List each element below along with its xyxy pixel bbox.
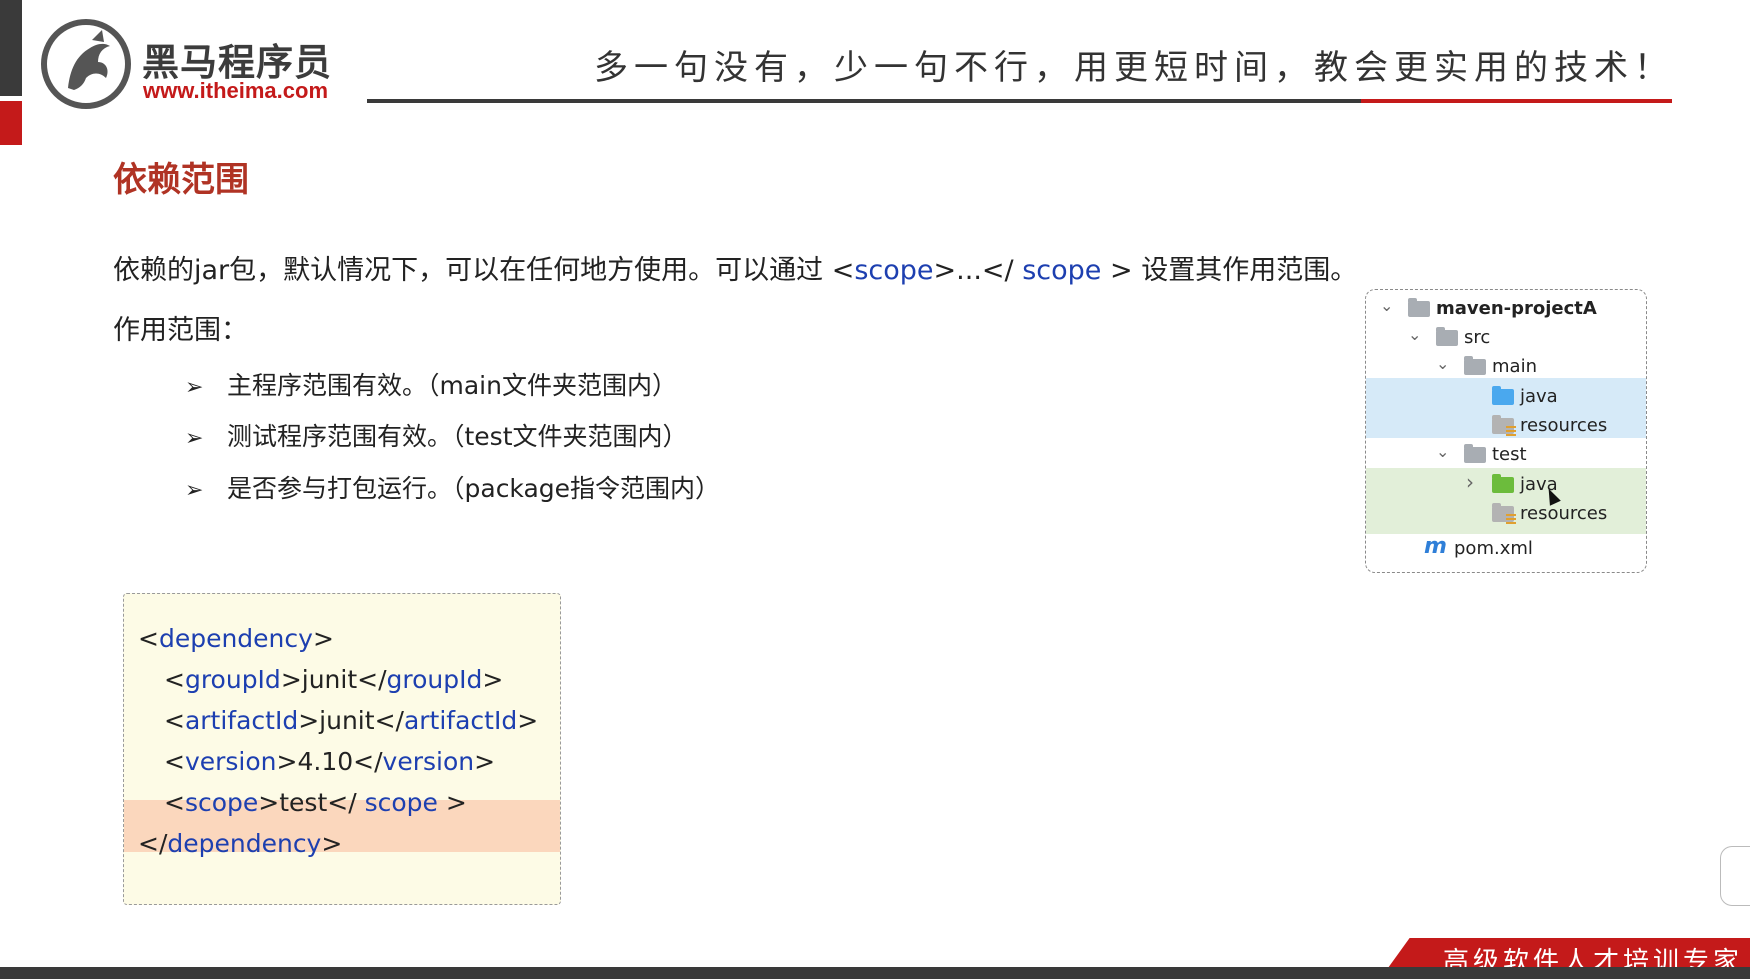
chevron-down-icon[interactable]: ⌄	[1436, 354, 1449, 373]
description-mid: >...</	[933, 255, 1023, 286]
code-line-version: <version>4.10</version>	[164, 747, 496, 776]
description-prefix: 依赖的jar包，默认情况下，可以在任何地方使用。可以通过 <	[113, 255, 855, 286]
left-edge-bar	[0, 0, 22, 96]
bullet-item: ➢ 主程序范围有效。（main文件夹范围内）	[185, 366, 677, 402]
bullet-item: ➢ 测试程序范围有效。（test文件夹范围内）	[185, 417, 688, 453]
brand-logo: 黑马程序员 www.itheima.com	[40, 18, 340, 109]
chevron-down-icon[interactable]: ⌄	[1408, 325, 1421, 344]
bullet-text: 主程序范围有效。（main文件夹范围内）	[227, 371, 677, 400]
tree-item-pom[interactable]: m pom.xml	[1366, 534, 1646, 564]
code-line-artifactid: <artifactId>junit</artifactId>	[164, 706, 539, 735]
bullet-text: 测试程序范围有效。（test文件夹范围内）	[227, 422, 688, 451]
tree-item-label: src	[1464, 327, 1491, 348]
tree-item-label: pom.xml	[1454, 538, 1533, 559]
code-line-groupid: <groupId>junit</groupId>	[164, 665, 504, 694]
slide-title: 依赖范围	[113, 160, 249, 200]
scope-keyword: scope	[854, 255, 934, 286]
description-line: 依赖的jar包，默认情况下，可以在任何地方使用。可以通过 <scope>...<…	[113, 248, 1357, 287]
side-panel-tab[interactable]	[1720, 846, 1750, 906]
footer-bar	[0, 967, 1750, 979]
chevron-down-icon[interactable]: ⌄	[1380, 296, 1393, 315]
scope-keyword: scope	[1022, 255, 1102, 286]
resources-folder-icon	[1492, 415, 1516, 436]
test-resources-folder-icon	[1492, 503, 1516, 524]
scope-heading: 作用范围：	[113, 315, 248, 346]
bullet-item: ➢ 是否参与打包运行。（package指令范围内）	[185, 469, 720, 505]
chevron-down-icon[interactable]: ⌄	[1436, 442, 1449, 461]
logo-website: www.itheima.com	[143, 78, 329, 103]
tree-item-project-root[interactable]: ⌄ maven-projectA	[1366, 294, 1646, 324]
left-edge-accent	[0, 101, 22, 145]
tree-item-label: test	[1492, 444, 1527, 465]
arrow-bullet-icon: ➢	[185, 478, 204, 503]
horse-logo-icon	[41, 19, 131, 109]
folder-icon	[1464, 444, 1486, 463]
code-line-scope: <scope>test</ scope >	[164, 788, 467, 817]
tree-item-test-java[interactable]: › java	[1366, 470, 1646, 500]
tree-item-label: resources	[1520, 415, 1608, 436]
folder-icon	[1436, 327, 1458, 346]
tree-item-test[interactable]: ⌄ test	[1366, 440, 1646, 470]
module-folder-icon	[1408, 298, 1430, 317]
header-slogan: 多一句没有，少一句不行，用更短时间，教会更实用的技术！	[594, 48, 1674, 88]
bullet-text: 是否参与打包运行。（package指令范围内）	[227, 474, 721, 503]
tree-item-test-resources[interactable]: resources	[1366, 499, 1646, 529]
tree-item-main-resources[interactable]: resources	[1366, 411, 1646, 441]
tree-item-label: resources	[1520, 503, 1608, 524]
tree-item-label: java	[1520, 386, 1558, 407]
code-line-dependency-open: <dependency>	[138, 624, 334, 653]
tree-item-src[interactable]: ⌄ src	[1366, 323, 1646, 353]
tree-item-label: maven-projectA	[1436, 298, 1597, 319]
test-source-folder-icon	[1492, 474, 1514, 493]
header-rule	[367, 99, 1361, 103]
project-tree: ⌄ maven-projectA ⌄ src ⌄ main java resou…	[1365, 289, 1647, 573]
source-folder-icon	[1492, 386, 1514, 405]
description-suffix: > 设置其作用范围。	[1101, 255, 1358, 286]
maven-file-icon: m	[1424, 534, 1447, 559]
tree-item-main[interactable]: ⌄ main	[1366, 352, 1646, 382]
arrow-bullet-icon: ➢	[185, 426, 204, 451]
code-line-dependency-close: </dependency>	[138, 829, 343, 858]
tree-item-label: main	[1492, 356, 1537, 377]
folder-icon	[1464, 356, 1486, 375]
header-rule-accent	[1361, 99, 1672, 103]
chevron-right-icon[interactable]: ›	[1466, 470, 1474, 494]
tree-item-main-java[interactable]: java	[1366, 382, 1646, 412]
arrow-bullet-icon: ➢	[185, 375, 204, 400]
xml-code-block: <dependency> <groupId>junit</groupId> <a…	[123, 593, 561, 905]
